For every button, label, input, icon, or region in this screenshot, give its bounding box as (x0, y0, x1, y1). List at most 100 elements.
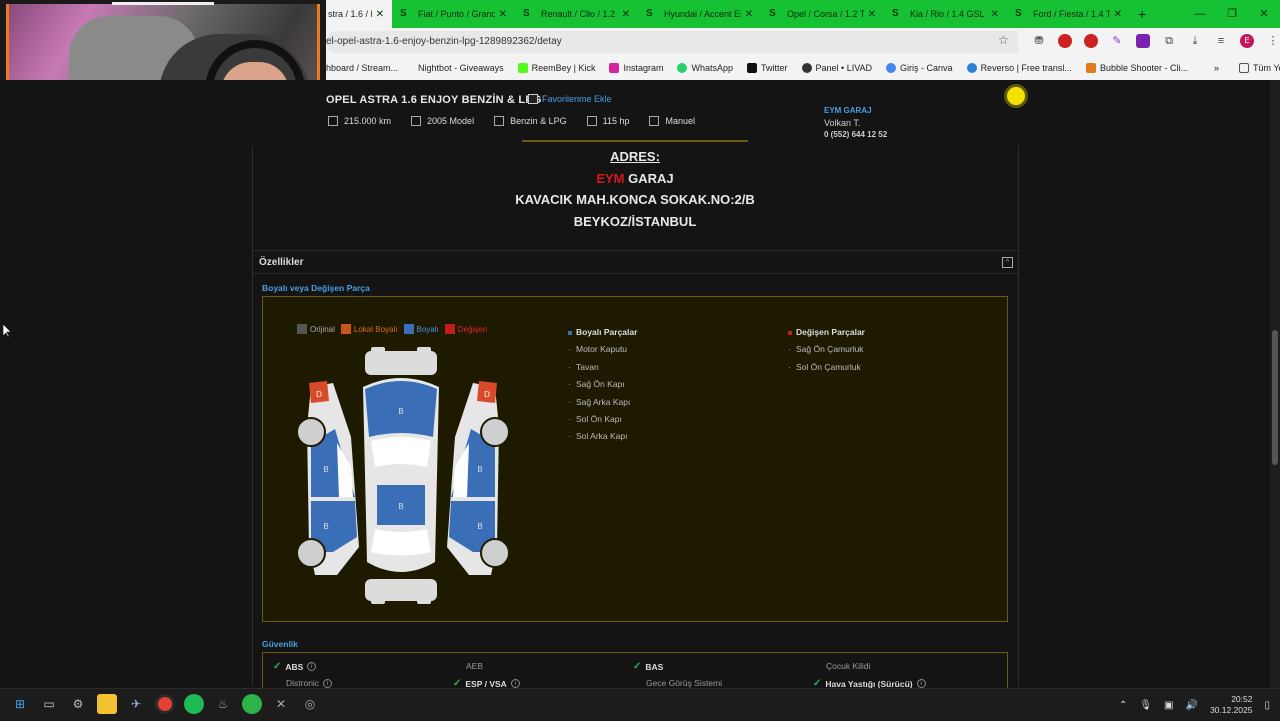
tab-hyundai-accent[interactable]: S Hyundai / Accent Era ✕ (638, 0, 761, 28)
all-bookmarks-folder[interactable]: Tüm Yer İşaretleri (1239, 63, 1280, 73)
x-twitter-icon (747, 63, 758, 73)
tab-opel-corsa[interactable]: S Opel / Corsa / 1.2 Tw ✕ (761, 0, 884, 28)
minimize-icon[interactable]: — (1184, 0, 1216, 28)
close-icon[interactable]: ✕ (868, 9, 876, 20)
extension-red-badge-icon[interactable] (1084, 34, 1098, 48)
right-fender-mark: D (484, 390, 490, 399)
clock-time: 20:52 (1231, 694, 1253, 704)
new-tab-button[interactable]: + (1138, 6, 1146, 22)
puzzle-icon[interactable]: ⧉ (1162, 34, 1176, 48)
item-label: ABS (285, 661, 304, 672)
notification-icon[interactable]: ▯ (1264, 700, 1270, 711)
bookmark-star-icon[interactable]: ☆ (998, 33, 1009, 47)
bookmark-panel[interactable]: Panel • LIVAD (801, 63, 873, 73)
bookmark-twitter[interactable]: Twitter (747, 63, 788, 73)
close-icon[interactable]: ✕ (499, 9, 507, 20)
spec-value: Manuel (665, 116, 695, 126)
car-damage-diagram: B B D B B D B B (296, 347, 510, 604)
tab-opel-astra[interactable]: stra / 1.6 / En ✕ (326, 0, 392, 28)
hood-mark: B (398, 407, 403, 416)
tab-ford-fiesta[interactable]: S Ford / Fiesta / 1.4 TD ✕ (1007, 0, 1130, 28)
extension-icon[interactable]: ⛃ (1032, 34, 1046, 48)
tab-fiat-punto[interactable]: S Fiat / Punto / Grande ✕ (392, 0, 515, 28)
item-label: Hava Yastığı (Sürücü) (825, 678, 913, 689)
bookmark-canva[interactable]: Giriş - Canva (886, 63, 953, 73)
legend-label: Boyalı (416, 324, 439, 334)
clock[interactable]: 20:52 30.12.2025 (1210, 694, 1253, 716)
microphone-icon[interactable]: 🎙 (1139, 700, 1152, 711)
download-icon[interactable]: ⤓ (1188, 34, 1202, 48)
bookmarks-overflow-button[interactable]: » (1214, 63, 1219, 73)
left-fender-mark: D (316, 390, 322, 399)
settings-gear-icon[interactable]: ⚙ (68, 694, 88, 714)
close-window-icon[interactable]: ✕ (1248, 0, 1280, 28)
volume-icon[interactable]: 🔊 (1185, 700, 1197, 711)
steam-alt-icon[interactable]: ♨ (213, 694, 233, 714)
profile-avatar[interactable]: E (1240, 34, 1254, 48)
right-front-door-mark: B (477, 465, 482, 474)
chrome-icon[interactable] (155, 694, 175, 714)
brand-text: GARAJ (624, 170, 674, 186)
safety-item-aeb: AEB (466, 661, 483, 671)
legend-item-changed: Değişen (444, 324, 487, 334)
bookmark-whatsapp[interactable]: WhatsApp (677, 63, 733, 73)
seller-name[interactable]: EYM GARAJ (824, 105, 887, 117)
bookmark-dashboard[interactable]: hboard / Stream... (326, 63, 398, 73)
tab-title: Ford / Fiesta / 1.4 TD (1033, 9, 1110, 19)
close-icon[interactable]: ✕ (376, 9, 384, 20)
obs-icon[interactable]: ✕ (271, 694, 291, 714)
restore-icon[interactable]: ❐ (1216, 0, 1248, 28)
bookmark-kick[interactable]: ReemBey | Kick (517, 63, 595, 73)
parts-legend: Orijinal Lokal Boyalı Boyalı Değişen (297, 324, 487, 334)
pen-icon[interactable]: ✎ (1110, 34, 1124, 48)
parts-panel: Orijinal Lokal Boyalı Boyalı Değişen B B (262, 296, 1008, 622)
network-icon[interactable]: ▣ (1164, 700, 1173, 711)
file-explorer-icon[interactable] (97, 694, 117, 714)
chevron-double-right-icon: » (1213, 63, 1219, 73)
page-scrollbar[interactable] (1270, 80, 1280, 688)
tab-renault-clio[interactable]: S Renault / Clio / 1.2 / A ✕ (515, 0, 638, 28)
menu-kebab-icon[interactable]: ⋮ (1266, 34, 1280, 48)
chevron-up-icon[interactable]: ⌃ (1119, 700, 1127, 711)
task-view-icon[interactable]: ▭ (39, 694, 59, 714)
scrollbar-thumb[interactable] (1272, 330, 1278, 465)
sahibinden-icon: S (523, 8, 530, 19)
spec-value: 115 hp (602, 116, 630, 126)
kick-icon (517, 63, 528, 73)
extension-red-icon[interactable] (1058, 34, 1072, 48)
seller-phone: 0 (552) 644 12 52 (824, 130, 888, 139)
front-bumper-top (371, 347, 385, 354)
extension-purple-icon[interactable] (1136, 34, 1150, 48)
windows-start-icon[interactable]: ⊞ (10, 694, 30, 714)
seller-owner: Volkan T. (824, 118, 861, 128)
folder-icon (1239, 63, 1249, 73)
spotify-icon[interactable] (184, 694, 204, 714)
address-bar[interactable]: el-opel-astra-1.6-enjoy-benzin-lpg-12898… (326, 31, 1018, 53)
bookmark-bubble-shooter[interactable]: Bubble Shooter - Cli... (1085, 63, 1188, 73)
info-icon[interactable]: i (916, 679, 926, 688)
bookmark-label: Panel • LIVAD (815, 63, 873, 73)
item-label: ESP / VSA (465, 678, 507, 689)
bookmark-nightbot[interactable]: Nightbot - Giveaways (418, 63, 504, 73)
tab-kia-rio[interactable]: S Kia / Rio / 1.4 GSL / T ✕ (884, 0, 1007, 28)
add-favorite-link[interactable]: Favorilerime Ekle (528, 94, 612, 104)
media-controls-icon[interactable]: ≡ (1214, 34, 1228, 48)
close-icon[interactable]: ✕ (991, 9, 999, 20)
info-icon[interactable]: i (323, 678, 333, 688)
steam-icon[interactable]: ✈ (126, 694, 146, 714)
collapse-icon[interactable]: ^ (1002, 257, 1013, 268)
xbox-icon[interactable] (242, 694, 262, 714)
sun-icon[interactable] (1007, 87, 1025, 105)
globe-icon[interactable]: ◎ (300, 694, 320, 714)
sahibinden-icon: S (892, 8, 899, 19)
features-header[interactable]: Özellikler ^ (252, 250, 1018, 274)
legend-label: Lokal Boyalı (353, 324, 398, 334)
bookmark-label: Bubble Shooter - Cli... (1099, 63, 1188, 73)
close-icon[interactable]: ✕ (622, 9, 630, 20)
info-icon[interactable]: i (510, 679, 520, 688)
info-icon[interactable]: i (307, 662, 317, 671)
bookmark-reverso[interactable]: Reverso | Free transl... (966, 63, 1072, 73)
close-icon[interactable]: ✕ (1114, 9, 1122, 20)
bookmark-instagram[interactable]: Instagram (609, 63, 663, 73)
close-icon[interactable]: ✕ (745, 9, 753, 20)
